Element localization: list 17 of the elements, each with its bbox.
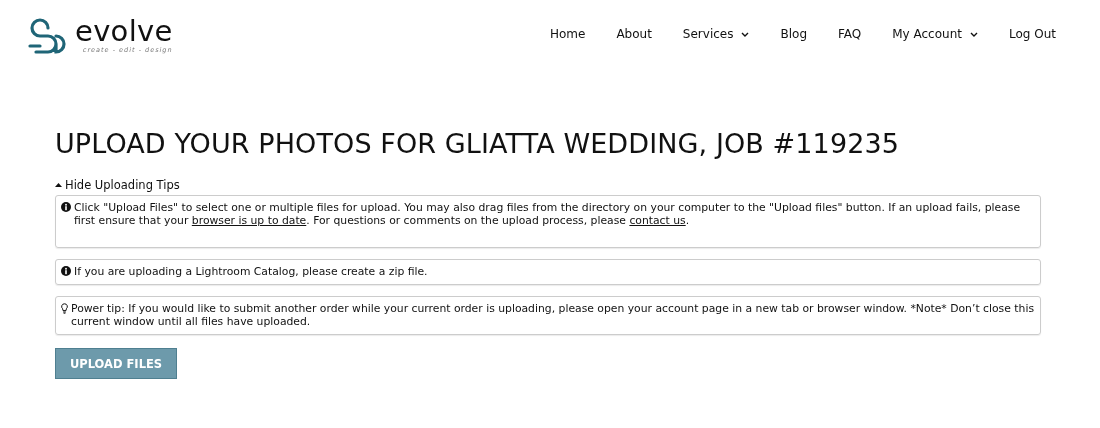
nav-link[interactable]: FAQ: [838, 27, 862, 41]
nav-link[interactable]: About: [616, 27, 652, 41]
nav-link[interactable]: Services: [682, 27, 750, 41]
text-link[interactable]: contact us: [629, 214, 686, 227]
tip-text: Click "Upload Files" to select one or multiple files for upload. You may also drag files from the directory on your computer to the "Upload files" button. If an upload fails, please first ensure that your browser is up to date. For questions or comments on the upload process, please contact us.: [74, 201, 1022, 227]
lightbulb-icon: [61, 303, 68, 314]
tip-text: If you are uploading a Lightroom Catalog, please create a zip file.: [74, 265, 428, 278]
info-icon: [61, 266, 71, 276]
tip-text: Power tip: If you would like to submit another order while your current order is uploading, please open your account page in a new tab or browser window. *Note* Don’t close this current window until all files have uploaded.: [71, 302, 1035, 328]
nav-link[interactable]: Home: [549, 27, 586, 41]
logo-name: evolve: [75, 16, 173, 46]
nav-link[interactable]: My Account: [892, 27, 978, 41]
nav-link[interactable]: Log Out: [1009, 27, 1056, 41]
info-icon: [61, 202, 71, 212]
nav-link[interactable]: Blog: [780, 27, 807, 41]
page-title: UPLOAD YOUR PHOTOS FOR GLIATTA WEDDING, JOB #119235: [55, 128, 900, 160]
tips-toggle-link[interactable]: Hide Uploading Tips: [55, 178, 180, 192]
